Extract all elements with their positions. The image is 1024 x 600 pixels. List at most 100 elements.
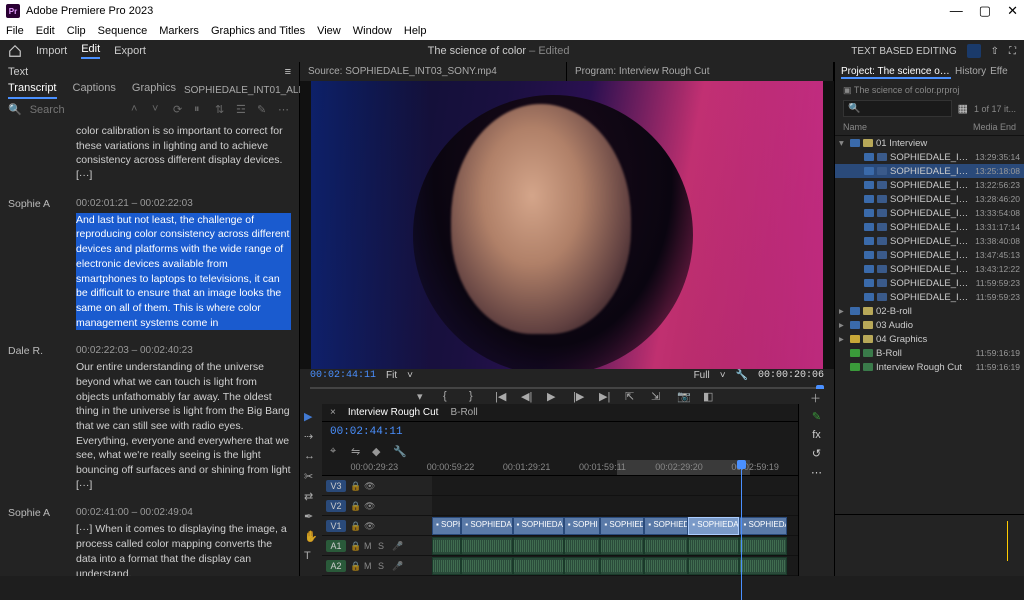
slip-tool-icon[interactable]: ⇄ [304, 490, 318, 504]
track-lane[interactable] [432, 476, 798, 496]
audio-clip[interactable] [600, 557, 644, 575]
video-clip[interactable]: ▪ SOPHI [432, 517, 461, 535]
bin-row[interactable]: SOPHIEDALE_INT02_C13:33:54:08 [835, 206, 1024, 220]
nav-up-icon[interactable]: ˄ [131, 103, 144, 116]
voice-icon[interactable]: 🎤 [392, 541, 402, 551]
audio-clip[interactable] [564, 557, 601, 575]
step-back-icon[interactable]: ◀| [521, 390, 535, 404]
bin-row[interactable]: SOPHIEDALE_INT01_S13:22:56:23 [835, 178, 1024, 192]
audio-clip[interactable] [739, 557, 787, 575]
tab-import[interactable]: Import [36, 45, 67, 57]
settings-icon[interactable]: 🔧 [393, 445, 406, 458]
tab-edit[interactable]: Edit [81, 43, 100, 59]
workspace-icon[interactable] [967, 44, 981, 58]
bin-row[interactable]: ▾01 Interview [835, 136, 1024, 150]
button-editor-icon[interactable]: ＋ [810, 390, 824, 404]
extract-icon[interactable]: ⇲ [651, 390, 665, 404]
lock-icon[interactable]: 🔒 [350, 541, 360, 551]
bin-row[interactable]: SOPHIEDALE_INT03_S13:43:12:22 [835, 262, 1024, 276]
sort-icon[interactable]: ⇅ [215, 103, 228, 116]
effects-tab[interactable]: Effe [990, 66, 1008, 79]
transcript-text[interactable]: Our entire understanding of the universe… [76, 360, 291, 492]
audio-clip[interactable] [432, 557, 461, 575]
mark-in-icon[interactable]: { [443, 390, 457, 404]
track-lane[interactable]: ▪ SOPHI▪ SOPHIEDA▪ SOPHIEDA▪ SOPHI▪ SOPH… [432, 516, 798, 536]
track-label[interactable]: V1 [326, 520, 346, 532]
bin-row[interactable]: SOPHIEDALE_INT03_IP11:59:59:23 [835, 290, 1024, 304]
disclosure-icon[interactable]: ▸ [839, 306, 847, 317]
transcript-text[interactable]: And last but not least, the challenge of… [76, 213, 291, 331]
tab-captions[interactable]: Captions [73, 82, 116, 99]
transcript-list[interactable]: color calibration is so important to cor… [0, 120, 299, 576]
video-clip[interactable]: ▪ SOPHIEDAL [600, 517, 644, 535]
audio-clip[interactable] [513, 537, 564, 555]
bin-row[interactable]: ▸03 Audio [835, 318, 1024, 332]
solo-icon[interactable]: S [378, 561, 388, 571]
mark-out-icon[interactable]: } [469, 390, 483, 404]
project-tab[interactable]: Project: The science of color [841, 66, 951, 79]
track-lanes[interactable]: ▪ SOPHI▪ SOPHIEDA▪ SOPHIEDA▪ SOPHI▪ SOPH… [432, 476, 798, 576]
track-label[interactable]: A1 [326, 540, 346, 552]
step-fwd-icon[interactable]: |▶ [573, 390, 587, 404]
window-maximize[interactable]: ▢ [979, 3, 991, 19]
audio-clip[interactable] [432, 537, 461, 555]
disclosure-icon[interactable]: ▸ [839, 320, 847, 331]
disclosure-icon[interactable]: ▸ [839, 334, 847, 345]
audio-clip[interactable] [644, 557, 688, 575]
lumetri-pen-icon[interactable]: ✎ [812, 410, 821, 423]
bin-row[interactable]: ▸02-B-roll [835, 304, 1024, 318]
ripple-tool-icon[interactable]: ↔ [304, 450, 318, 464]
play-icon[interactable]: ▶ [547, 390, 561, 404]
window-close[interactable]: ✕ [1007, 3, 1018, 19]
pen-tool-icon[interactable]: ✒ [304, 510, 318, 524]
track-select-tool-icon[interactable]: ⇢ [304, 430, 318, 444]
menu-help[interactable]: Help [404, 25, 427, 37]
timeline-tab-1[interactable]: Interview Rough Cut [348, 407, 439, 418]
panel-menu-icon[interactable]: ≡ [285, 66, 291, 78]
bin-row[interactable]: ▸04 Graphics [835, 332, 1024, 346]
seq-dropdown-icon[interactable]: ▣ [843, 85, 852, 95]
pause-follow-icon[interactable]: ⏸ [194, 103, 207, 116]
playback-quality[interactable]: Full [694, 370, 710, 381]
track-lane[interactable] [432, 536, 798, 556]
voice-icon[interactable]: 🎤 [392, 561, 402, 571]
menu-file[interactable]: File [6, 25, 24, 37]
timeline-tab-2[interactable]: B-Roll [450, 407, 477, 418]
nav-down-icon[interactable]: ˅ [152, 103, 165, 116]
lumetri-fx-icon[interactable]: fx [812, 429, 821, 441]
search-input[interactable] [30, 104, 123, 116]
bin-row[interactable]: SOPHIEDALE_INT03_C13:47:45:13 [835, 248, 1024, 262]
project-search-input[interactable] [843, 100, 952, 117]
audio-clip[interactable] [688, 537, 739, 555]
audio-clip[interactable] [644, 537, 688, 555]
bin-row[interactable]: SOPHIEDALE_INT02_S13:31:17:14 [835, 220, 1024, 234]
lumetri-reset-icon[interactable]: ↺ [812, 447, 821, 460]
share-icon[interactable]: ⇧ [991, 46, 999, 57]
lock-icon[interactable]: 🔒 [350, 521, 360, 531]
razor-tool-icon[interactable]: ✂ [304, 470, 318, 484]
menu-window[interactable]: Window [353, 25, 392, 37]
lock-icon[interactable]: 🔒 [350, 481, 360, 491]
audio-clip[interactable] [739, 537, 787, 555]
track-lane[interactable] [432, 556, 798, 576]
home-icon[interactable] [8, 44, 22, 58]
menu-view[interactable]: View [317, 25, 341, 37]
menu-edit[interactable]: Edit [36, 25, 55, 37]
mute-icon[interactable]: M [364, 541, 374, 551]
audio-clip[interactable] [513, 557, 564, 575]
audio-clip[interactable] [688, 557, 739, 575]
program-monitor-tab[interactable]: Program: Interview Rough Cut [567, 62, 834, 81]
video-clip[interactable]: ▪ SOPHIEDAL [644, 517, 688, 535]
go-in-icon[interactable]: |◀ [495, 390, 509, 404]
menu-clip[interactable]: Clip [67, 25, 86, 37]
edit-icon[interactable]: ✎ [257, 103, 270, 116]
lock-icon[interactable]: 🔒 [350, 501, 360, 511]
zoom-dropdown-icon[interactable]: ˅ [407, 370, 413, 381]
audio-clip[interactable] [564, 537, 601, 555]
bin-row[interactable]: SOPHIEDALE_INT03_IP11:59:59:23 [835, 276, 1024, 290]
selection-tool-icon[interactable]: ▶ [304, 410, 318, 424]
program-current-tc[interactable]: 00:02:44:11 [310, 370, 376, 381]
audio-clip[interactable] [461, 537, 512, 555]
video-clip[interactable]: ▪ SOPHIEDA [461, 517, 512, 535]
linked-selection-icon[interactable]: ⇋ [351, 445, 364, 458]
